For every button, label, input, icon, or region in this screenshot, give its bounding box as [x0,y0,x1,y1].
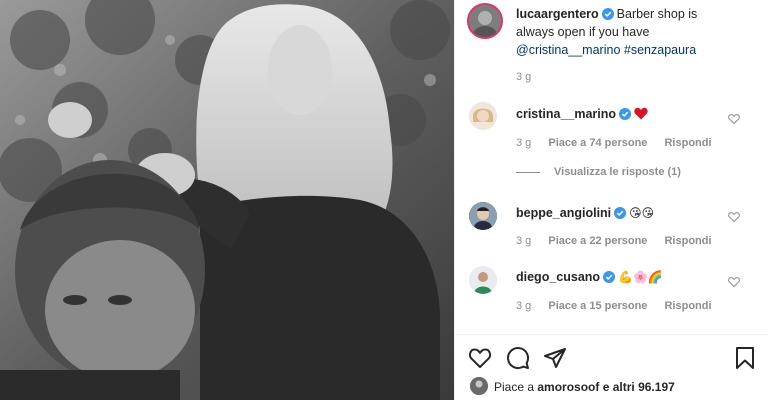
comment-item: diego_cusano 💪🌸🌈 [516,268,663,286]
verified-badge-icon [603,271,616,283]
verified-badge-icon [601,8,614,20]
comment-meta: 3 g Piace a 15 persone Rispondi [516,300,726,312]
author-avatar[interactable] [467,3,503,39]
save-bookmark-icon[interactable] [733,346,757,370]
comment-likes[interactable]: Piace a 22 persone [548,235,647,247]
comment-meta: 3 g Piace a 74 persone Rispondi [516,137,726,149]
caption-hashtag-link[interactable]: #senzapaura [624,43,696,57]
reply-button[interactable]: Rispondi [664,235,711,247]
post-details-panel [454,0,768,400]
verified-badge-icon [614,207,627,219]
flex-flower-rainbow-emoji-icon: 💪🌸🌈 [618,270,663,284]
red-heart-emoji-icon [634,107,648,120]
view-replies-link[interactable]: Visualizza le risposte (1) [516,166,681,178]
comment-time[interactable]: 3 g [516,137,531,149]
comment-username[interactable]: cristina__marino [516,107,616,121]
comment-time[interactable]: 3 g [516,300,531,312]
like-heart-icon[interactable] [468,346,492,370]
comment-item: beppe_angiolini 😘😘 [516,204,654,222]
like-comment-icon[interactable] [728,276,740,288]
liked-by-others-link[interactable]: e altri 96.197 [603,380,675,394]
liked-by-avatar[interactable] [470,377,488,395]
comment-bubble-icon[interactable] [506,346,530,370]
liked-by-user-link[interactable]: amorosoof [537,380,599,394]
like-comment-icon[interactable] [728,113,740,125]
actions-divider [454,334,768,335]
liked-by-prefix: Piace a [494,380,535,394]
comment-username[interactable]: beppe_angiolini [516,206,611,220]
liked-by-text: Piace a amorosoof e altri 96.197 [494,380,675,394]
caption-mention-link[interactable]: @cristina__marino [516,43,620,57]
comment-likes[interactable]: Piace a 15 persone [548,300,647,312]
kiss-emoji-icon: 😘😘 [629,206,655,220]
comment-likes[interactable]: Piace a 74 persone [548,137,647,149]
view-replies-label: Visualizza le risposte (1) [554,166,681,178]
comment-avatar[interactable] [469,102,497,130]
author-username[interactable]: lucaargentero [516,7,599,21]
comment-avatar[interactable] [469,202,497,230]
comment-username[interactable]: diego_cusano [516,270,600,284]
post-photo[interactable] [0,0,454,400]
post-caption: lucaargentero Barber shop is always open … [516,5,716,59]
post-time[interactable]: 3 g [516,71,531,83]
verified-badge-icon [619,108,632,120]
like-comment-icon[interactable] [728,211,740,223]
comment-time[interactable]: 3 g [516,235,531,247]
comment-item: cristina__marino [516,105,648,123]
comment-avatar[interactable] [469,266,497,294]
reply-button[interactable]: Rispondi [664,137,711,149]
comment-meta: 3 g Piace a 22 persone Rispondi [516,235,726,247]
reply-button[interactable]: Rispondi [664,300,711,312]
replies-divider [516,171,540,173]
share-paper-plane-icon[interactable] [543,346,567,370]
